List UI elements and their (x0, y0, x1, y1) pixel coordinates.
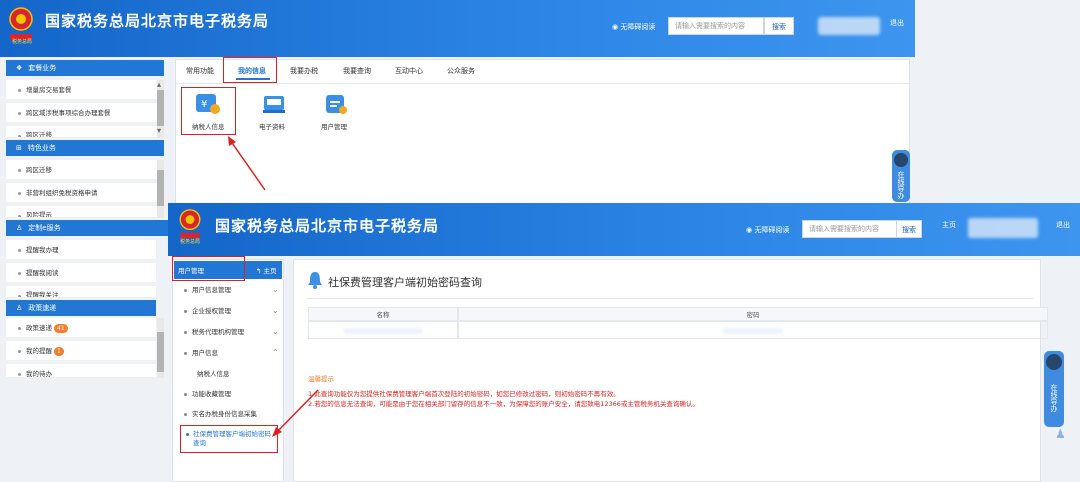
grid-icon: ⊞ (16, 144, 22, 152)
sidebar-section-custom[interactable]: ♙ 定制e服务 (6, 220, 168, 236)
annotation-arrow (272, 389, 319, 437)
sidebar-item[interactable]: 跨区迁移 (6, 126, 164, 138)
table-cell-password (458, 321, 1048, 339)
query-content-panel (293, 259, 1041, 482)
home-link[interactable]: 主页 (942, 220, 956, 230)
highlight-box (181, 87, 236, 135)
table-header-password: 密码 (458, 307, 1048, 321)
notice-line-2: 2.若您的信息无法查询，可能是由于您在相关部门留存的信息不一致，为保障您的账户安… (308, 400, 699, 408)
sidebar-subitem-taxpayer-info[interactable]: 纳税人信息 (197, 368, 230, 378)
sidebar-item-user-info[interactable]: 用户信息 (180, 343, 280, 363)
sidebar-item-favorites[interactable]: 功能收藏管理 (180, 384, 280, 404)
scrollbar[interactable] (157, 318, 164, 378)
electronic-data-icon[interactable] (262, 93, 286, 115)
tab-common[interactable]: 常用功能 (186, 66, 214, 76)
site-title: 国家税务总局北京市电子税务局 (45, 12, 270, 30)
table-cell-name (308, 321, 458, 339)
sidebar-item[interactable]: 提醒我阅读 (6, 263, 156, 283)
user-management-icon[interactable] (324, 93, 348, 115)
assistant-avatar-icon (1046, 354, 1062, 370)
tab-interaction[interactable]: 互动中心 (395, 66, 423, 76)
sidebar-item[interactable]: 增量房交易套餐 (6, 80, 164, 100)
assistant-avatar-icon (894, 153, 908, 167)
search-input[interactable]: 请输入需要搜索的内容 (668, 17, 764, 35)
sidebar-section-package[interactable]: ❖ 套餐业务 (6, 60, 164, 76)
logout-link[interactable]: 退出 (890, 18, 904, 28)
divider (307, 298, 1033, 299)
sidebar-section-policy[interactable]: ♙ 政策速递 (6, 300, 156, 316)
search-input[interactable]: 请输入需要搜索的内容 (802, 220, 898, 238)
eye-icon: ◉ (612, 23, 619, 31)
tab-bar (176, 60, 909, 84)
scrollbar[interactable] (157, 160, 164, 218)
sidebar-item-tax-agent[interactable]: 税务代理机构管理 (180, 322, 280, 342)
site-title: 国家税务总局北京市电子税务局 (215, 217, 440, 235)
sidebar-item[interactable]: 跨区域涉税事项综合办理套餐 (6, 103, 164, 123)
bell-icon (308, 272, 322, 289)
sidebar-item[interactable]: 提醒我办理 (6, 240, 156, 260)
chevron-up-icon[interactable]: ▴ (157, 80, 161, 89)
logo-text: 税务总局 (11, 39, 32, 45)
user-silhouette-icon[interactable]: ♟ (1055, 427, 1069, 441)
sidebar-item-policy[interactable]: 政策速递 41 (6, 318, 156, 338)
function-label-user-management[interactable]: 用户管理 (321, 121, 347, 131)
tab-query[interactable]: 我要查询 (343, 66, 371, 76)
sidebar-item-realname[interactable]: 实名办税身份信息采集 (180, 404, 280, 424)
highlight-box (180, 425, 278, 453)
user-icon: ♙ (16, 304, 23, 312)
sidebar-home-link[interactable]: ↰ 主页 (256, 265, 277, 275)
user-name-masked (968, 218, 1038, 238)
sidebar-item[interactable]: 跨区迁移 (6, 160, 164, 180)
notice-title: 温馨提示 (308, 375, 334, 383)
chevron-up-icon: ⌃ (272, 348, 279, 357)
user-icon: ♙ (16, 224, 23, 232)
count-badge: 1 (54, 347, 64, 356)
sidebar-item-enterprise-auth[interactable]: 企业授权管理 (180, 301, 280, 321)
sidebar-item[interactable]: 风险提示 (6, 206, 164, 218)
chevron-down-icon: ⌄ (272, 306, 279, 315)
online-guide-button[interactable]: 在线导办 (892, 150, 910, 202)
logo-text: 税务总局 (179, 239, 200, 245)
sidebar-item[interactable]: 提醒我关注 (6, 286, 156, 298)
accessibility-link[interactable]: ◉ 无障碍阅读 (612, 22, 655, 32)
notice-line-1: 1.此查询功能仅为您提供社保费管理客户端首次登陆的初始密码，如您已修改过密码，则… (308, 390, 620, 398)
count-badge: 41 (54, 324, 68, 333)
top-header: 税务总局 国家税务总局北京市电子税务局 ◉ 无障碍阅读 请输入需要搜索的内容 搜… (0, 0, 915, 57)
highlight-box (172, 256, 245, 281)
sidebar-item[interactable]: 非营利组织免税资格申请 (6, 183, 164, 203)
highlight-box (223, 57, 277, 83)
search-button[interactable]: 搜索 (764, 17, 794, 35)
annotation-arrow (228, 136, 266, 191)
chevron-down-icon[interactable]: ▾ (157, 126, 161, 135)
tax-emblem-icon (179, 209, 201, 239)
chevron-down-icon: ⌄ (272, 285, 279, 294)
sidebar-item-user-info-mgmt[interactable]: 用户信息管理 (180, 280, 280, 300)
sidebar-section-special[interactable]: ⊞ 特色业务 (6, 140, 164, 156)
page-title: 社保费管理客户端初始密码查询 (328, 276, 482, 289)
search-button[interactable]: 搜索 (896, 220, 922, 238)
online-guide-button[interactable]: 在线导办 (1044, 351, 1064, 427)
table-header-name: 名称 (308, 307, 458, 321)
package-icon: ❖ (16, 64, 23, 72)
sidebar-item-reminder[interactable]: 我的提醒 1 (6, 341, 156, 361)
tab-public-service[interactable]: 公众服务 (447, 66, 475, 76)
second-window-header: 税务总局 国家税务总局北京市电子税务局 ◉ 无障碍阅读 请输入需要搜索的内容 搜… (168, 203, 1080, 256)
eye-icon: ◉ (746, 226, 753, 234)
tab-tax-filing[interactable]: 我要办税 (290, 66, 318, 76)
user-name-masked (818, 17, 880, 35)
tax-emblem-icon (9, 7, 33, 40)
home-arrow-icon: ↰ (256, 267, 262, 275)
logout-link[interactable]: 退出 (1056, 220, 1070, 230)
accessibility-link[interactable]: ◉ 无障碍阅读 (746, 225, 789, 235)
sidebar-item[interactable]: 我的待办 (6, 364, 156, 378)
chevron-down-icon: ⌄ (272, 327, 279, 336)
